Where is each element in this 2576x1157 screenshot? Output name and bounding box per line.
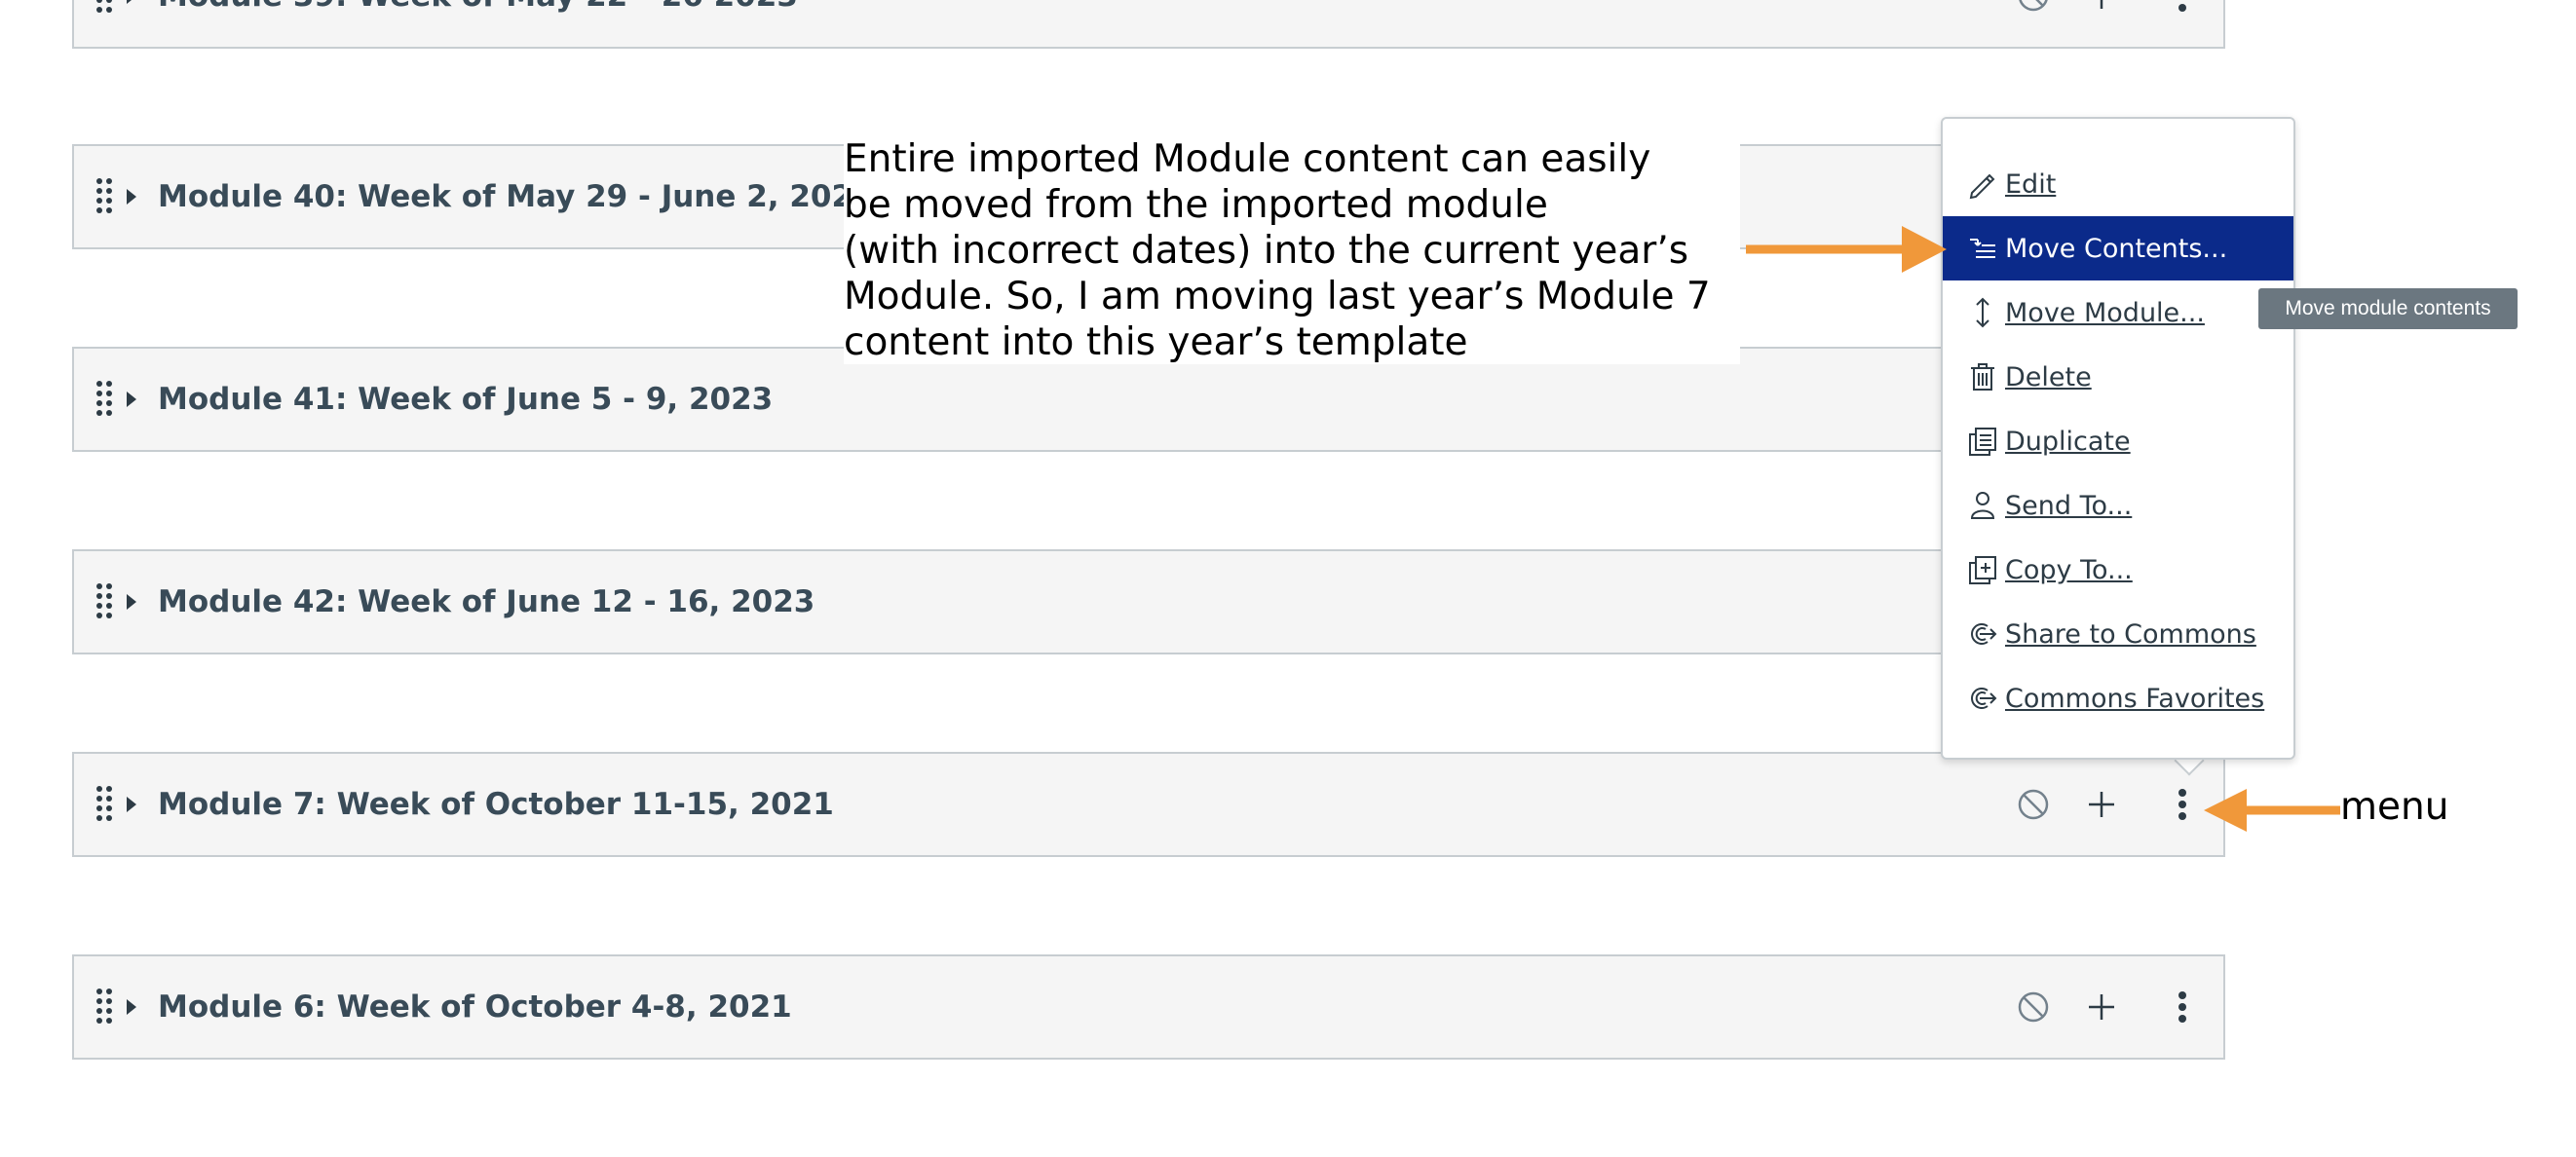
annotation-arrows xyxy=(1746,226,2340,832)
arrow-to-menu-button xyxy=(2204,789,2340,832)
arrow-to-move-contents xyxy=(1746,226,1947,273)
menu-annotation-label: menu xyxy=(2340,785,2449,829)
